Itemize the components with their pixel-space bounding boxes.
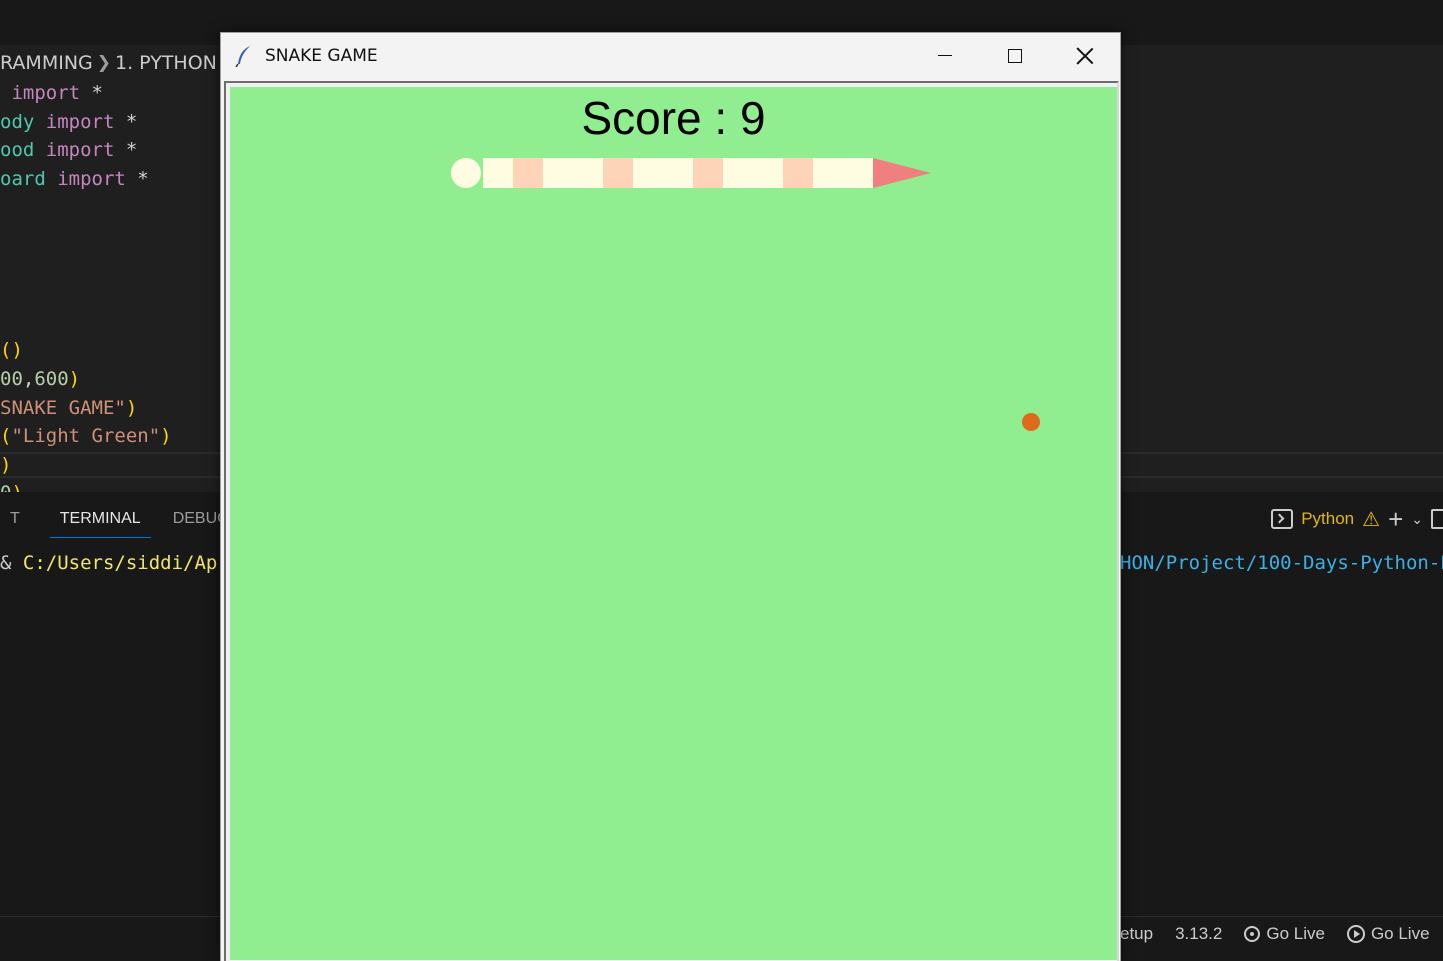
code-token: ,	[22, 367, 35, 390]
snake-segment	[843, 158, 873, 188]
code-token: )	[68, 367, 81, 390]
go-live-label: Go Live	[1266, 923, 1325, 943]
code-line: 00,600)	[0, 365, 172, 394]
close-icon	[1076, 47, 1094, 65]
snake-body	[483, 158, 873, 188]
snake-segment	[813, 158, 843, 188]
code-token: (	[0, 425, 12, 448]
code-token: )	[0, 453, 12, 476]
maximize-icon	[1008, 48, 1022, 63]
code-token: )	[125, 396, 138, 419]
code-token: import	[34, 139, 115, 162]
panel-tabs: T TERMINAL DEBUG C	[0, 500, 256, 538]
minimize-button[interactable]	[910, 33, 980, 78]
code-line: ody import *	[0, 108, 172, 137]
code-line: ()	[0, 336, 172, 365]
snake-tail	[451, 158, 481, 188]
breadcrumb: RAMMING ❯ 1. PYTHON ❯	[0, 50, 239, 76]
chevron-right-icon: ❯	[96, 53, 112, 73]
new-terminal-icon[interactable]: +	[1388, 506, 1403, 532]
snake-segment	[483, 158, 513, 188]
snake	[451, 158, 931, 188]
snake-segment	[543, 158, 573, 188]
code-line: SNAKE GAME")	[0, 394, 172, 423]
code-token: *	[80, 82, 103, 104]
warning-icon[interactable]: ⚠	[1362, 507, 1380, 532]
snake-segment	[693, 158, 723, 188]
terminal-icon[interactable]	[1271, 509, 1294, 529]
breadcrumb-item-programming[interactable]: RAMMING	[0, 52, 93, 74]
terminal-command[interactable]: & C:/Users/siddi/Ap	[0, 552, 217, 574]
status-go-live-1[interactable]: Go Live	[1244, 924, 1325, 944]
window-title: SNAKE GAME	[265, 45, 378, 66]
snake-segment	[513, 158, 543, 188]
status-setup[interactable]: etup	[1120, 924, 1153, 944]
code-token: import	[45, 167, 126, 190]
snake-segment	[603, 158, 633, 188]
terminal-profile-label[interactable]: Python	[1301, 509, 1354, 529]
code-token: 00	[0, 367, 23, 390]
play-circle-icon	[1346, 924, 1365, 943]
feather-icon	[235, 45, 250, 67]
canvas-frame: Score : 9	[224, 81, 1119, 961]
close-button[interactable]	[1050, 33, 1120, 78]
game-canvas[interactable]: Score : 9	[230, 87, 1117, 960]
snake-head	[873, 158, 931, 188]
code-line: ("Light Green")	[0, 422, 172, 451]
snake-segment	[663, 158, 693, 188]
status-go-live-2[interactable]: Go Live	[1346, 923, 1430, 944]
status-bar-items: etup 3.13.2 Go Live Go Live	[1120, 916, 1430, 951]
chevron-down-icon[interactable]: ⌄	[1411, 511, 1423, 528]
window-controls	[910, 33, 1120, 78]
code-token: ()	[0, 339, 23, 362]
code-token: *	[114, 110, 138, 133]
code-token: SNAKE GAME"	[0, 396, 126, 419]
status-python-version[interactable]: 3.13.2	[1175, 924, 1222, 944]
code-token: *	[125, 167, 149, 190]
code-token: "Light Green"	[11, 425, 161, 448]
code-lines[interactable]: import * ody import * ood import * oard imp…	[0, 79, 172, 508]
broadcast-icon	[1244, 925, 1261, 942]
code-token: import	[0, 82, 81, 104]
code-line: ood import *	[0, 136, 172, 165]
snake-game-window: SNAKE GAME Score : 9	[220, 32, 1121, 961]
split-terminal-icon[interactable]	[1431, 509, 1443, 529]
code-token: *	[114, 139, 138, 162]
food	[1022, 413, 1040, 431]
tab-terminal[interactable]: TERMINAL	[49, 500, 151, 538]
code-line: import *	[0, 79, 172, 108]
terminal-path: C:/Users/siddi/Ap	[22, 552, 218, 574]
maximize-button[interactable]	[980, 33, 1050, 78]
minimize-icon	[938, 55, 952, 56]
snake-segment	[573, 158, 603, 188]
code-token: ody	[0, 110, 35, 133]
code-token: oard	[0, 167, 46, 190]
snake-segment	[783, 158, 813, 188]
code-line: oard import *	[0, 165, 172, 194]
code-token: )	[160, 425, 172, 448]
tab-output[interactable]: T	[0, 500, 30, 538]
snake-segment	[753, 158, 783, 188]
terminal-prompt: &	[0, 552, 23, 574]
go-live-label: Go Live	[1370, 923, 1430, 943]
window-title-bar[interactable]: SNAKE GAME	[221, 33, 1120, 78]
snake-segment	[723, 158, 753, 188]
snake-segment	[633, 158, 663, 188]
code-token: import	[34, 110, 115, 133]
terminal-toolbar: Python ⚠ + ⌄	[1271, 500, 1443, 538]
code-token: 600	[34, 367, 69, 390]
code-token: ood	[0, 139, 35, 162]
terminal-path-continuation: HON/Project/100-Days-Python-Pr	[1120, 552, 1443, 574]
breadcrumb-item-python[interactable]: 1. PYTHON	[115, 52, 217, 74]
